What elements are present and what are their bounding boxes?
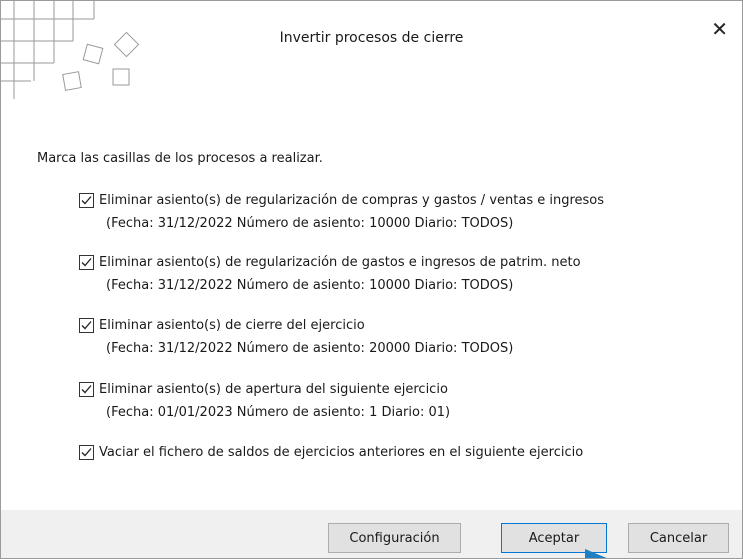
checkbox-vaciar-saldos[interactable]	[79, 444, 94, 460]
option-detail: (Fecha: 31/12/2022 Número de asiento: 10…	[106, 278, 514, 293]
cancelar-button[interactable]: Cancelar	[628, 523, 729, 553]
close-icon[interactable]: ✕	[711, 19, 728, 39]
squares-decoration-icon	[1, 1, 140, 99]
option-detail: (Fecha: 31/12/2022 Número de asiento: 10…	[106, 216, 514, 231]
instructions-text: Marca las casillas de los procesos a rea…	[37, 151, 323, 166]
checkbox-regularizacion-patrimonio[interactable]	[79, 254, 94, 270]
option-vaciar-saldos: Vaciar el fichero de saldos de ejercicio…	[79, 442, 583, 462]
checkmark-icon	[81, 320, 92, 329]
checkmark-icon	[81, 447, 92, 456]
option-apertura-ejercicio: Eliminar asiento(s) de apertura del sigu…	[79, 379, 450, 420]
checkbox-cierre-ejercicio[interactable]	[79, 317, 94, 333]
option-regularizacion-patrimonio: Eliminar asiento(s) de regularización de…	[79, 252, 581, 293]
checkmark-icon	[81, 257, 92, 266]
option-detail: (Fecha: 01/01/2023 Número de asiento: 1 …	[106, 405, 451, 420]
option-detail: (Fecha: 31/12/2022 Número de asiento: 20…	[106, 341, 514, 356]
dialog-window: Invertir procesos de cierre ✕ Marca las …	[0, 0, 743, 559]
configuracion-button[interactable]: Configuración	[328, 523, 461, 553]
dialog-header: Invertir procesos de cierre ✕	[1, 1, 742, 101]
option-label: Eliminar asiento(s) de regularización de…	[99, 192, 605, 208]
checkmark-icon	[81, 195, 92, 204]
checkbox-apertura-ejercicio[interactable]	[79, 381, 94, 397]
option-regularizacion-compras: Eliminar asiento(s) de regularización de…	[79, 190, 604, 231]
option-label: Vaciar el fichero de saldos de ejercicio…	[99, 444, 584, 460]
option-label: Eliminar asiento(s) de cierre del ejerci…	[99, 317, 365, 333]
mouse-pointer-icon	[585, 549, 607, 558]
dialog-title: Invertir procesos de cierre	[279, 30, 464, 46]
option-cierre-ejercicio: Eliminar asiento(s) de cierre del ejerci…	[79, 315, 513, 356]
option-label: Eliminar asiento(s) de regularización de…	[99, 254, 581, 270]
checkmark-icon	[81, 384, 92, 393]
option-label: Eliminar asiento(s) de apertura del sigu…	[99, 381, 448, 397]
checkbox-regularizacion-compras[interactable]	[79, 192, 94, 208]
